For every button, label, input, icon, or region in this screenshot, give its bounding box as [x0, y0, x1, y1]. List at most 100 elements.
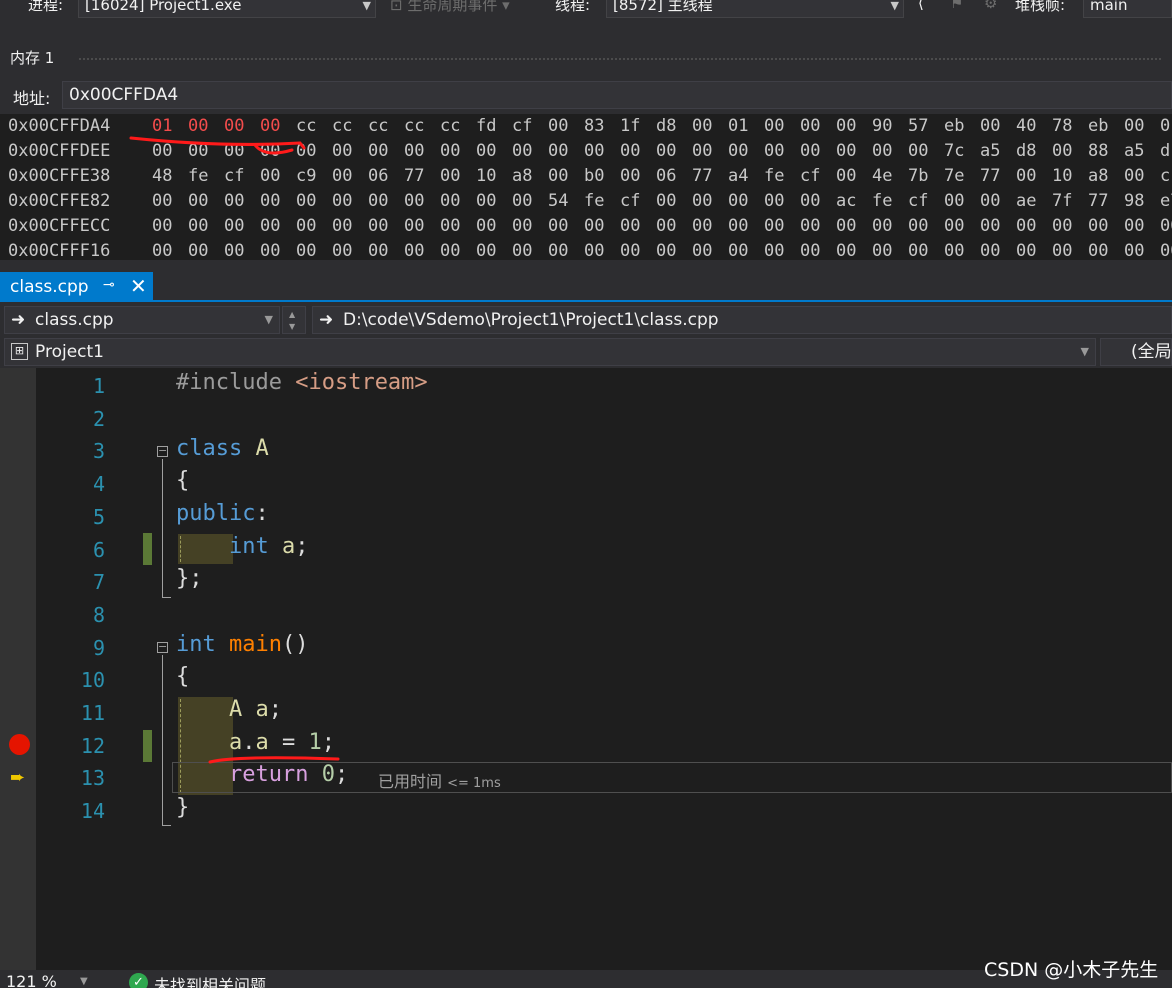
memory-byte[interactable]: 00	[1124, 114, 1144, 139]
memory-byte[interactable]: cf	[800, 164, 820, 189]
memory-byte[interactable]: cc	[440, 114, 460, 139]
memory-byte[interactable]: 00	[296, 139, 316, 164]
perf-tip[interactable]: 已用时间 <= 1ms	[378, 768, 501, 792]
memory-byte[interactable]: 00	[1088, 239, 1108, 260]
memory-byte[interactable]: 00	[188, 139, 208, 164]
memory-byte[interactable]: 00	[440, 164, 460, 189]
memory-byte[interactable]: ae	[1016, 189, 1036, 214]
tab-class-cpp[interactable]: class.cpp ⊸ ✕	[0, 272, 153, 302]
memory-byte[interactable]: 00	[1052, 139, 1072, 164]
memory-byte[interactable]: 00	[656, 189, 676, 214]
memory-byte[interactable]: 83	[584, 114, 604, 139]
memory-byte[interactable]: 00	[1016, 239, 1036, 260]
memory-byte[interactable]: 00	[440, 189, 460, 214]
memory-byte[interactable]: 00	[980, 114, 1000, 139]
memory-byte[interactable]: 7c	[944, 139, 964, 164]
memory-byte[interactable]: cf	[512, 114, 532, 139]
code-line-11[interactable]: A a;	[176, 697, 282, 722]
memory-byte[interactable]: 00	[1124, 214, 1144, 239]
flag-thread-icon[interactable]: ⚑	[950, 0, 963, 12]
memory-byte[interactable]: 00	[332, 139, 352, 164]
memory-byte[interactable]: 00	[1052, 214, 1072, 239]
memory-byte[interactable]: 00	[404, 189, 424, 214]
address-input[interactable]: 0x00CFFDA4	[62, 81, 1172, 109]
memory-byte[interactable]: 00	[152, 139, 172, 164]
collapse-icon[interactable]: −	[157, 641, 168, 653]
memory-byte[interactable]: d	[1160, 139, 1170, 164]
memory-byte[interactable]: 00	[728, 239, 748, 260]
memory-byte[interactable]: cc	[404, 114, 424, 139]
memory-byte[interactable]: 00	[944, 239, 964, 260]
memory-byte[interactable]: 00	[800, 239, 820, 260]
memory-byte[interactable]: 01	[152, 114, 172, 139]
memory-byte[interactable]: 00	[656, 214, 676, 239]
memory-byte[interactable]: 48	[152, 164, 172, 189]
memory-byte[interactable]: 00	[476, 139, 496, 164]
memory-byte[interactable]: 78	[1052, 114, 1072, 139]
memory-byte[interactable]: 00	[224, 139, 244, 164]
memory-byte[interactable]: 00	[908, 139, 928, 164]
memory-byte[interactable]: 00	[836, 114, 856, 139]
memory-byte[interactable]: cf	[908, 189, 928, 214]
memory-byte[interactable]: 00	[944, 214, 964, 239]
memory-byte[interactable]: 00	[728, 139, 748, 164]
memory-byte[interactable]: 00	[512, 189, 532, 214]
memory-byte[interactable]: 0	[1160, 114, 1170, 139]
memory-byte[interactable]: 00	[188, 214, 208, 239]
memory-byte[interactable]: 00	[692, 139, 712, 164]
code-line-1[interactable]: #include <iostream>	[176, 370, 428, 395]
memory-byte[interactable]: 01	[728, 114, 748, 139]
memory-byte[interactable]: fd	[476, 114, 496, 139]
memory-byte[interactable]: 00	[836, 139, 856, 164]
memory-byte[interactable]: 00	[548, 139, 568, 164]
memory-byte[interactable]: 00	[800, 214, 820, 239]
memory-byte[interactable]: cc	[296, 114, 316, 139]
memory-byte[interactable]: 7e	[944, 164, 964, 189]
memory-byte[interactable]: 00	[980, 189, 1000, 214]
memory-byte[interactable]: 00	[800, 139, 820, 164]
memory-byte[interactable]: 00	[332, 164, 352, 189]
code-line-7[interactable]: };	[176, 566, 203, 591]
memory-byte[interactable]: 00	[764, 114, 784, 139]
memory-byte[interactable]: 00	[764, 139, 784, 164]
memory-byte[interactable]: 10	[476, 164, 496, 189]
memory-byte[interactable]: 00	[764, 189, 784, 214]
memory-byte[interactable]: 00	[152, 239, 172, 260]
memory-byte[interactable]: 00	[260, 239, 280, 260]
glyph-margin[interactable]	[0, 368, 36, 970]
memory-byte[interactable]: 00	[476, 239, 496, 260]
memory-byte[interactable]: 00	[224, 114, 244, 139]
memory-byte[interactable]: 98	[1124, 189, 1144, 214]
memory-byte[interactable]: fe	[764, 164, 784, 189]
panel-splitter[interactable]	[0, 260, 1172, 270]
memory-byte[interactable]: 00	[872, 214, 892, 239]
memory-byte[interactable]: 7f	[1052, 189, 1072, 214]
file-dropdown[interactable]: ➜ class.cpp ▼	[4, 306, 280, 334]
memory-byte[interactable]: 00	[296, 214, 316, 239]
memory-byte[interactable]: a5	[1124, 139, 1144, 164]
memory-byte[interactable]: 54	[548, 189, 568, 214]
path-dropdown[interactable]: ➜ D:\code\VSdemo\Project1\Project1\class…	[312, 306, 1172, 334]
memory-byte[interactable]: 00	[368, 139, 388, 164]
code-line-9[interactable]: int main()	[176, 632, 308, 657]
memory-byte[interactable]: 00	[404, 239, 424, 260]
memory-byte[interactable]: ac	[836, 189, 856, 214]
scope-dropdown[interactable]: (全局	[1100, 338, 1172, 366]
memory-byte[interactable]: 00	[1016, 214, 1036, 239]
memory-byte[interactable]: e7	[1160, 189, 1172, 214]
memory-byte[interactable]: 00	[548, 214, 568, 239]
memory-byte[interactable]: 00	[836, 239, 856, 260]
memory-byte[interactable]: eb	[1088, 114, 1108, 139]
memory-byte[interactable]: 77	[980, 164, 1000, 189]
file-spinner[interactable]: ▲ ▼	[282, 306, 306, 334]
memory-byte[interactable]: 00	[800, 114, 820, 139]
memory-byte[interactable]: 00	[692, 214, 712, 239]
filter-threads-icon[interactable]: ⚙	[984, 0, 997, 12]
memory-byte[interactable]: 00	[908, 214, 928, 239]
memory-byte[interactable]: 00	[872, 139, 892, 164]
memory-byte[interactable]: 90	[872, 114, 892, 139]
memory-byte[interactable]: 10	[1052, 164, 1072, 189]
memory-byte[interactable]: 00	[548, 114, 568, 139]
memory-byte[interactable]: 00	[692, 189, 712, 214]
close-icon[interactable]: ✕	[130, 274, 147, 298]
